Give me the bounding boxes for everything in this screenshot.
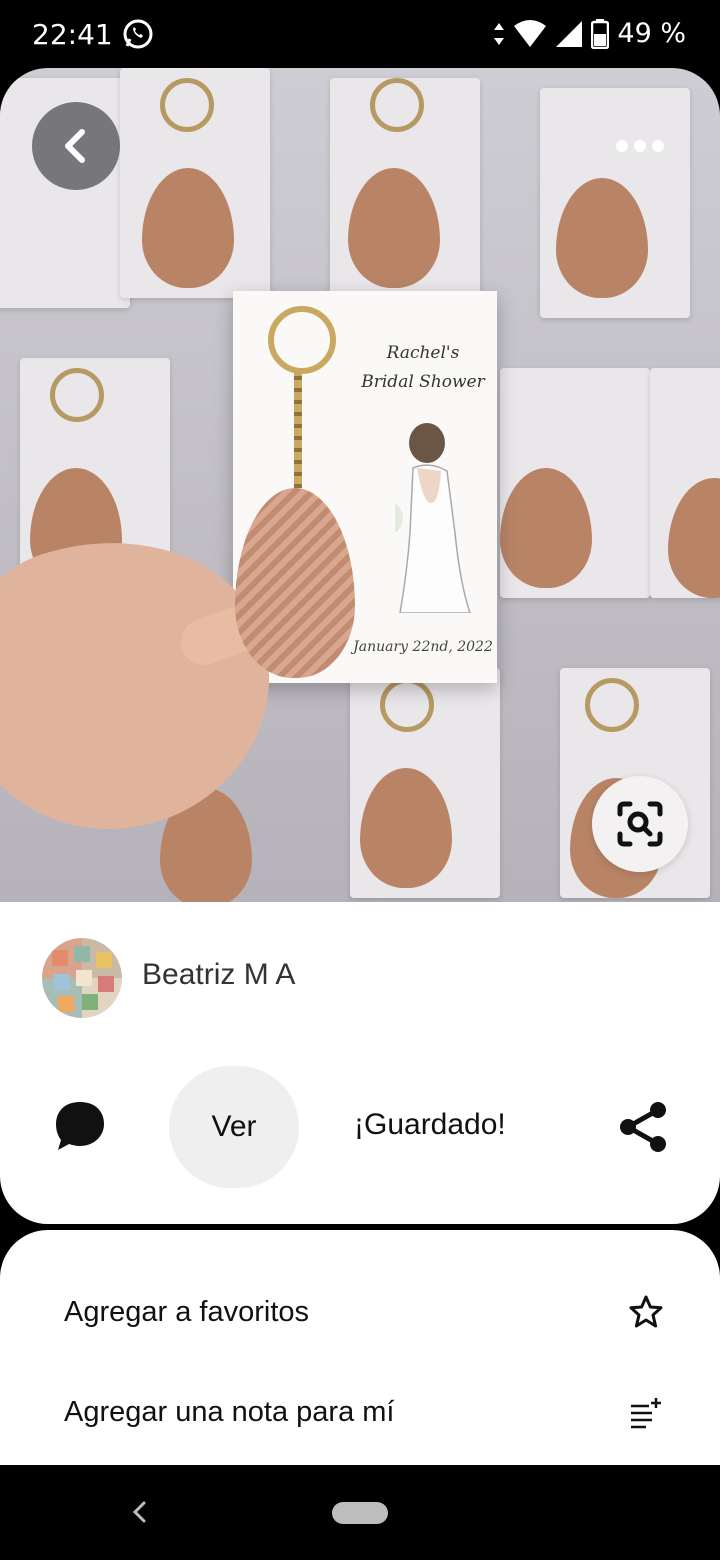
- battery-icon: [591, 18, 610, 49]
- card-date: January 22nd, 2022: [353, 639, 493, 655]
- more-dots-icon: [616, 140, 664, 152]
- menu-item-add-to-favorites[interactable]: Agregar a favoritos: [64, 1282, 664, 1342]
- whatsapp-icon: [123, 19, 153, 49]
- nav-home-pill[interactable]: [332, 1502, 388, 1524]
- chevron-left-icon: [65, 129, 85, 163]
- author-name[interactable]: Beatriz M A: [142, 958, 295, 992]
- view-button[interactable]: Ver: [169, 1066, 299, 1188]
- keychain-ring: [268, 306, 336, 374]
- background-ring: [585, 678, 639, 732]
- menu-item-add-note[interactable]: Agregar una nota para mí: [64, 1382, 664, 1442]
- add-note-icon: [631, 1398, 661, 1429]
- card-title-line1: Rachel's: [386, 343, 460, 363]
- speech-bubble-icon: [56, 1102, 104, 1150]
- nav-back-icon[interactable]: [128, 1497, 150, 1527]
- card-title-line2: Bridal Shower: [361, 372, 485, 392]
- card-title: Rachel's Bridal Shower: [353, 339, 493, 397]
- battery-percent: 49 %: [617, 18, 686, 49]
- background-ring: [50, 368, 104, 422]
- share-button[interactable]: [618, 1100, 670, 1154]
- status-icons: 49 %: [493, 18, 686, 49]
- status-bar: 22:41 49 %: [0, 0, 720, 72]
- avatar-image: [52, 946, 114, 1012]
- comment-button[interactable]: [52, 1098, 108, 1154]
- status-time: 22:41: [32, 18, 113, 51]
- menu-item-label: Agregar a favoritos: [64, 1296, 310, 1328]
- star-icon: [629, 1295, 663, 1328]
- visual-search-button[interactable]: [592, 776, 688, 872]
- pin-action-panel: Beatriz M A Ver ¡Guardado!: [0, 902, 720, 1224]
- data-arrows-icon: [494, 22, 505, 45]
- author-avatar[interactable]: [42, 938, 122, 1018]
- pin-image[interactable]: Rachel's Bridal Shower January 22nd, 202…: [0, 68, 720, 904]
- more-options-button[interactable]: [604, 128, 676, 164]
- background-ring: [370, 78, 424, 132]
- signal-icon: [556, 20, 583, 47]
- options-sheet: Agregar a favoritos Agregar una nota par…: [0, 1230, 720, 1465]
- menu-item-label: Agregar una nota para mí: [64, 1396, 395, 1428]
- bride-illustration: [395, 423, 471, 613]
- visual-search-icon: [617, 801, 663, 847]
- share-icon: [620, 1102, 666, 1152]
- saved-button[interactable]: ¡Guardado!: [354, 1108, 506, 1142]
- background-ring: [380, 678, 434, 732]
- back-button[interactable]: [32, 102, 120, 190]
- keychain-chain: [294, 368, 302, 488]
- wifi-icon: [514, 19, 547, 47]
- background-ring: [160, 78, 214, 132]
